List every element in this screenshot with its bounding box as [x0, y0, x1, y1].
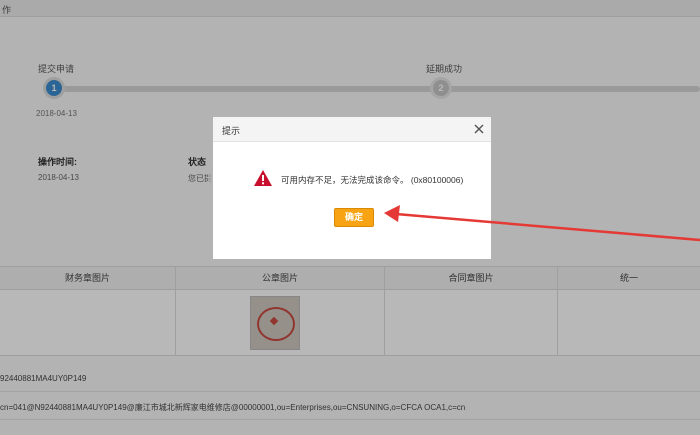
annotation-arrow	[384, 205, 700, 242]
